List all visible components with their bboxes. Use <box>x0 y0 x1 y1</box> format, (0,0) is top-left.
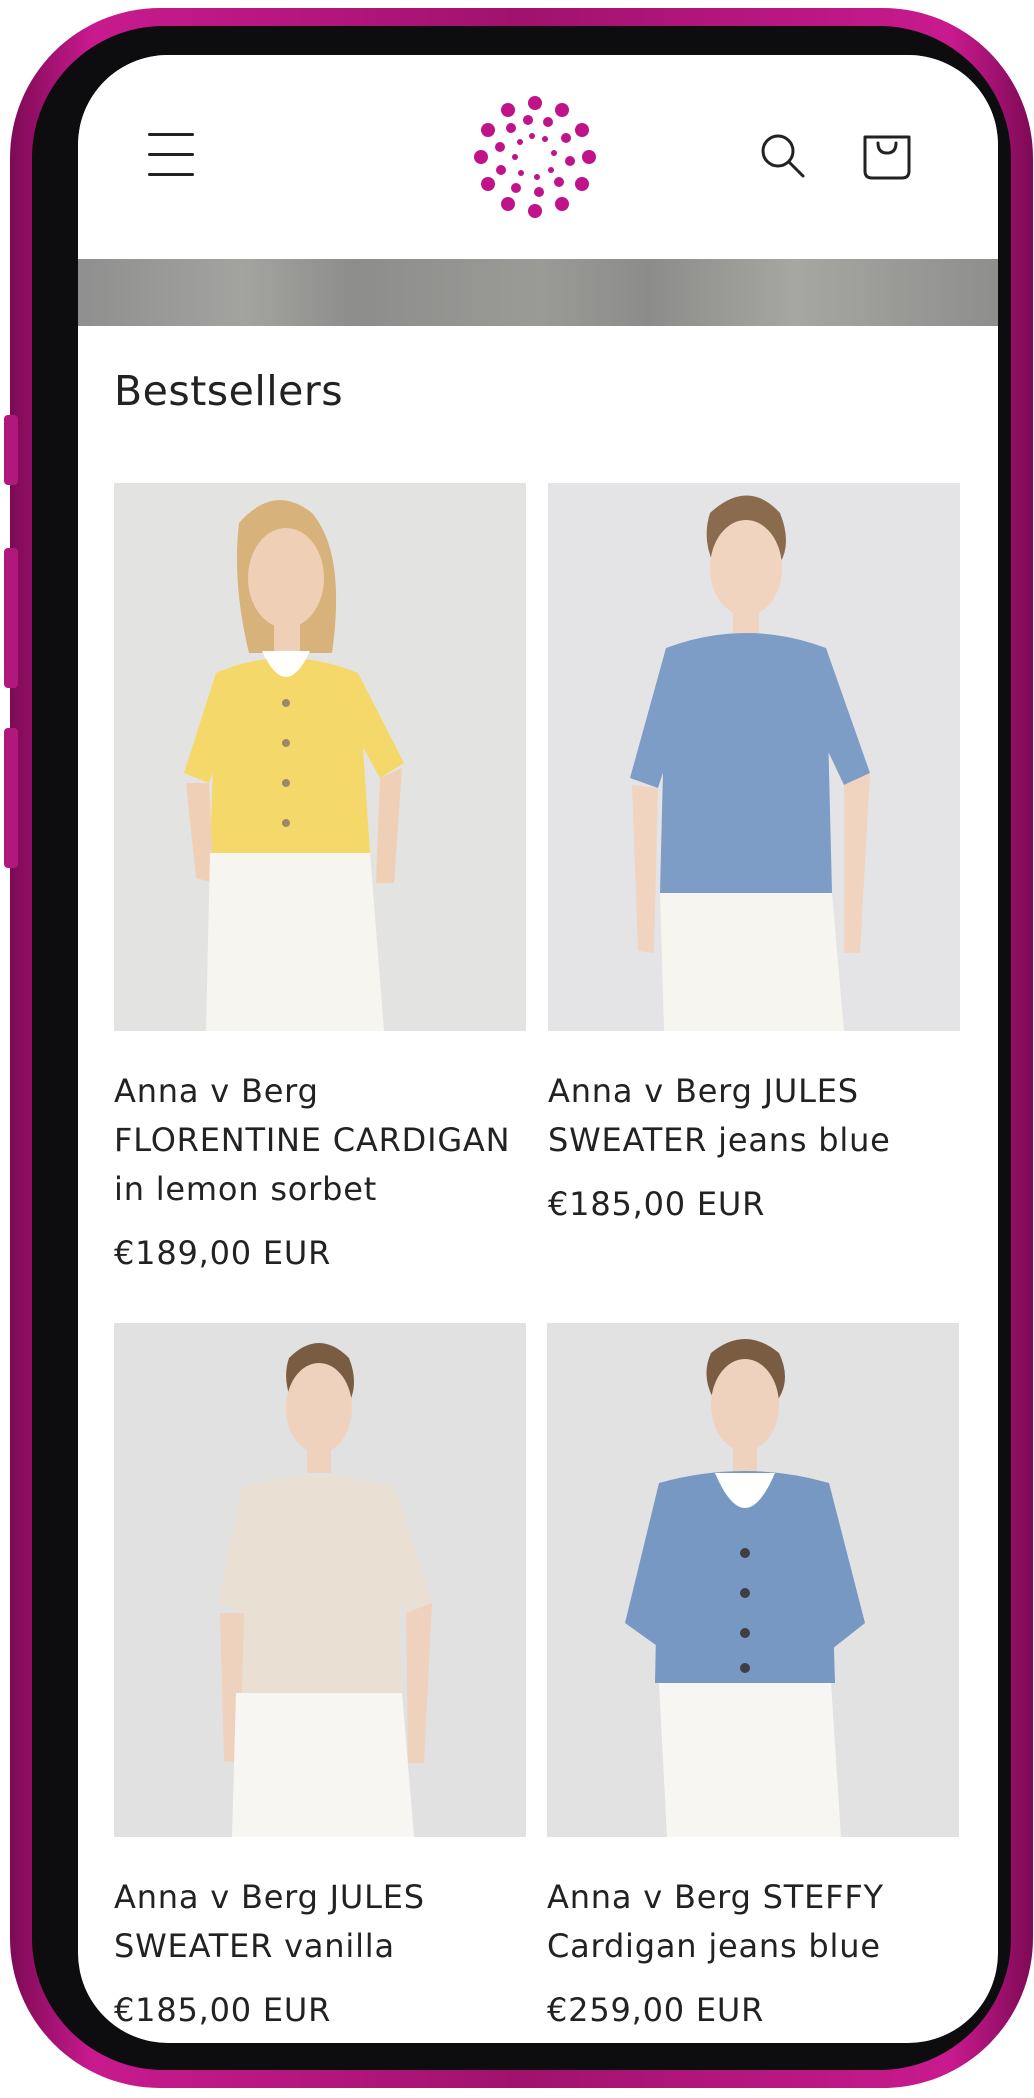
product-price: €185,00 EUR <box>114 1991 332 2029</box>
shopping-bag-icon[interactable] <box>861 127 913 181</box>
product-card[interactable]: Anna v Berg JULES SWEATER jeans blue €18… <box>548 483 960 1223</box>
product-image[interactable] <box>548 483 960 1031</box>
product-price: €185,00 EUR <box>548 1185 766 1223</box>
phone-volume-down <box>4 728 18 868</box>
product-price: €259,00 EUR <box>547 1991 765 2029</box>
product-name[interactable]: Anna v Berg JULES SWEATER vanilla <box>114 1873 526 1971</box>
product-image[interactable] <box>547 1323 959 1837</box>
product-name[interactable]: Anna v Berg STEFFY Cardigan jeans blue <box>547 1873 959 1971</box>
product-card[interactable]: Anna v Berg STEFFY Cardigan jeans blue €… <box>547 1323 959 2029</box>
phone-side-button <box>4 415 18 485</box>
brand-logo[interactable] <box>473 95 597 219</box>
search-icon[interactable] <box>758 131 806 179</box>
product-price: €189,00 EUR <box>114 1234 332 1272</box>
section-title: Bestsellers <box>114 367 344 415</box>
product-card[interactable]: Anna v Berg FLORENTINE CARDIGAN in lemon… <box>114 483 526 1272</box>
product-card[interactable]: Anna v Berg JULES SWEATER vanilla €185,0… <box>114 1323 526 2029</box>
product-name[interactable]: Anna v Berg FLORENTINE CARDIGAN in lemon… <box>114 1067 526 1214</box>
hero-banner-strip <box>78 259 998 326</box>
product-image[interactable] <box>114 1323 526 1837</box>
hamburger-menu-icon[interactable] <box>148 133 194 177</box>
site-header <box>78 55 998 259</box>
phone-screen: Bestsellers Anna v Berg FLORENTINE CARDI… <box>78 55 998 2043</box>
product-name[interactable]: Anna v Berg JULES SWEATER jeans blue <box>548 1067 960 1165</box>
product-image[interactable] <box>114 483 526 1031</box>
phone-volume-up <box>4 548 18 688</box>
